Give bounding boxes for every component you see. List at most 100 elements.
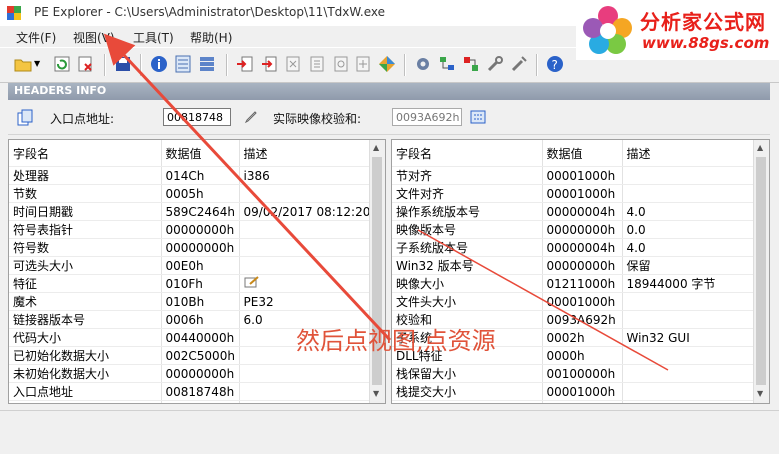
open-folder-icon[interactable] <box>14 55 32 73</box>
scroll-up-icon[interactable]: ▲ <box>757 143 763 152</box>
left-vertical-scrollbar[interactable]: ▲ ▼ <box>369 140 385 403</box>
cell-data-value: 0006h <box>161 310 240 329</box>
scroll-thumb[interactable] <box>756 157 766 385</box>
save-icon[interactable] <box>114 55 132 73</box>
cell-data-value: 00100000h <box>542 400 623 403</box>
column-header-field[interactable]: 字段名 <box>9 140 162 167</box>
cell-description <box>622 310 755 329</box>
table-row[interactable]: 堆保留大小00100000h <box>392 400 755 403</box>
table-row[interactable]: 可选头大小 00E0h <box>9 256 372 275</box>
import-icon[interactable] <box>236 55 254 73</box>
edit-pencil-icon[interactable] <box>244 110 258 124</box>
cell-data-value: 00000000h <box>542 256 623 275</box>
cell-field-name: 栈保留大小 <box>392 364 543 383</box>
wrench-icon[interactable] <box>510 55 528 73</box>
menu-help[interactable]: 帮助(H) <box>190 29 232 46</box>
svg-text:?: ? <box>552 58 558 72</box>
close-file-icon[interactable] <box>77 55 95 73</box>
column-header-desc[interactable]: 描述 <box>622 140 755 167</box>
page-icon[interactable] <box>332 55 350 73</box>
scroll-down-icon[interactable]: ▼ <box>757 389 763 398</box>
cell-field-name: 入口点地址 <box>9 382 162 401</box>
table-row[interactable]: 文件头大小 00001000h <box>392 292 755 311</box>
sections-icon[interactable] <box>198 55 216 73</box>
table-row[interactable]: 子系统版本号 00000004h 4.0 <box>392 238 755 257</box>
scroll-up-icon[interactable]: ▲ <box>373 143 379 152</box>
cell-data-value: 00000004h <box>542 202 623 221</box>
cell-data-value: 00001000h <box>542 184 623 203</box>
cell-description <box>239 382 372 401</box>
diamond-icon[interactable] <box>378 55 396 73</box>
cell-description <box>239 274 372 293</box>
cell-field-name: 栈提交大小 <box>392 382 543 401</box>
table-row[interactable]: Win32 版本号 00000000h 保留 <box>392 256 755 275</box>
cell-data-value: 00818748h <box>161 382 240 401</box>
edit-characteristics-icon[interactable] <box>244 276 260 288</box>
cell-description <box>622 166 755 185</box>
cell-data-value: 00440000h <box>161 328 240 347</box>
export-icon[interactable] <box>260 55 278 73</box>
menu-view[interactable]: 视图(V) <box>73 29 115 46</box>
toolbar-separator <box>140 54 142 76</box>
gear-icon[interactable] <box>414 55 432 73</box>
right-vertical-scrollbar[interactable]: ▲ ▼ <box>753 140 769 403</box>
table-row[interactable]: 栈提交大小 00001000h <box>392 382 755 401</box>
cell-data-value: 00001000h <box>542 166 623 185</box>
table-row[interactable]: 节数 0005h <box>9 184 372 203</box>
copy-icon[interactable] <box>16 109 34 127</box>
headers-icon[interactable] <box>174 55 192 73</box>
tools-icon[interactable] <box>486 55 504 73</box>
table-row[interactable]: 符号表指针 00000000h <box>9 220 372 239</box>
cell-description <box>622 364 755 383</box>
menu-tools[interactable]: 工具(T) <box>133 29 174 46</box>
help-icon[interactable]: ? <box>546 55 564 73</box>
entry-point-label: 入口点地址: <box>50 112 115 126</box>
tree-icon[interactable] <box>438 55 456 73</box>
resources-icon[interactable] <box>284 55 302 73</box>
refresh-icon[interactable] <box>53 55 71 73</box>
table-row[interactable]: 节对齐 00001000h <box>392 166 755 185</box>
cell-data-value: 0002h <box>542 328 623 347</box>
cell-data-value: 00000004h <box>542 238 623 257</box>
table-row[interactable]: 代码基址00001000h <box>9 400 372 403</box>
table-header-row: 字段名 数据值 描述 <box>392 140 755 167</box>
page-settings-icon[interactable] <box>354 55 372 73</box>
section-title: HEADERS INFO <box>14 84 107 97</box>
cell-field-name: 符号数 <box>9 238 162 257</box>
cell-field-name: 可选头大小 <box>9 256 162 275</box>
cell-data-value: 010Bh <box>161 292 240 311</box>
cell-data-value: 014Ch <box>161 166 240 185</box>
info-icon[interactable] <box>150 55 168 73</box>
column-header-value[interactable]: 数据值 <box>161 140 240 167</box>
column-header-field[interactable]: 字段名 <box>392 140 543 167</box>
table-row[interactable]: 文件对齐 00001000h <box>392 184 755 203</box>
chevron-down-icon[interactable]: ▼ <box>34 59 42 68</box>
table-row[interactable]: 符号数 00000000h <box>9 238 372 257</box>
cell-field-name: 魔术 <box>9 292 162 311</box>
table-row[interactable]: 映像版本号 00000000h 0.0 <box>392 220 755 239</box>
dependency-icon[interactable] <box>462 55 480 73</box>
column-header-desc[interactable]: 描述 <box>239 140 372 167</box>
cell-field-name: 时间日期戳 <box>9 202 162 221</box>
watermark-logo: 分析家公式网 www.88gs.com <box>576 0 779 60</box>
column-header-value[interactable]: 数据值 <box>542 140 623 167</box>
menu-file[interactable]: 文件(F) <box>16 29 56 46</box>
table-row[interactable]: 时间日期戳 589C2464h 09/02/2017 08:12:20 <box>9 202 372 221</box>
app-icon <box>7 6 21 20</box>
annotation-text: 然后点视图,点资源 <box>296 327 496 355</box>
table-row[interactable]: 操作系统版本号 00000004h 4.0 <box>392 202 755 221</box>
table-row[interactable]: 未初始化数据大小 00000000h <box>9 364 372 383</box>
table-row[interactable]: 特征 010Fh <box>9 274 372 293</box>
table-row[interactable]: 处理器 014Ch i386 <box>9 166 372 185</box>
entry-point-input[interactable]: 00818748 <box>163 108 231 126</box>
table-header-row: 字段名 数据值 描述 <box>9 140 372 167</box>
calculator-icon[interactable] <box>470 110 486 124</box>
scroll-down-icon[interactable]: ▼ <box>373 389 379 398</box>
document-icon[interactable] <box>308 55 326 73</box>
table-row[interactable]: 映像大小 01211000h 18944000 字节 <box>392 274 755 293</box>
table-row[interactable]: 魔术 010Bh PE32 <box>9 292 372 311</box>
table-row[interactable]: 入口点地址 00818748h <box>9 382 372 401</box>
cell-field-name: 文件头大小 <box>392 292 543 311</box>
cell-field-name: 未初始化数据大小 <box>9 364 162 383</box>
table-row[interactable]: 栈保留大小 00100000h <box>392 364 755 383</box>
